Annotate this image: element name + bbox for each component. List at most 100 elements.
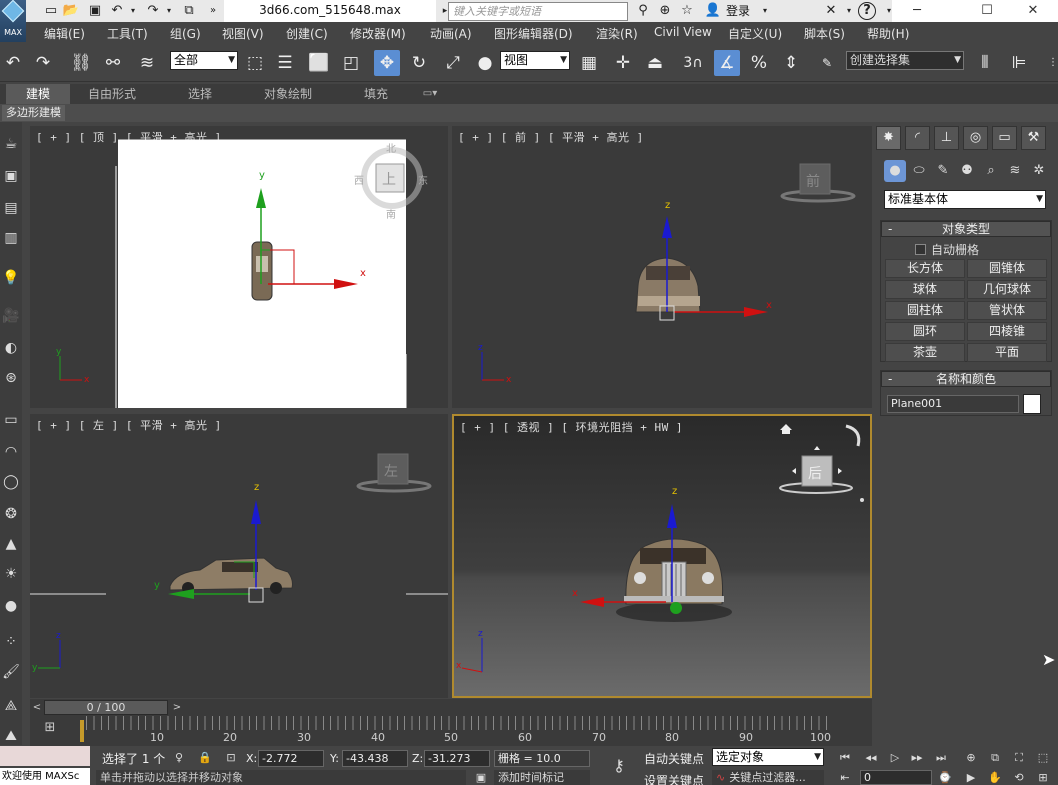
select-object-icon[interactable]: ⬚ xyxy=(242,50,268,76)
play-icon[interactable]: ▷ xyxy=(886,750,904,766)
hierarchy-tab-icon[interactable]: ⊥ xyxy=(934,126,959,150)
go-to-end-icon[interactable]: ⏭ xyxy=(932,750,950,766)
link-icon[interactable]: ⛓ xyxy=(68,50,94,76)
menu-animation[interactable]: 动画(A) xyxy=(430,25,472,42)
go-to-start-icon[interactable]: ⏮ xyxy=(836,750,854,766)
tube-button[interactable]: 管状体 xyxy=(967,301,1047,320)
align-icon[interactable]: ⊫ xyxy=(1006,50,1032,76)
menu-tools[interactable]: 工具(T) xyxy=(107,25,148,42)
ribbon-tab-object-paint[interactable]: 对象绘制 xyxy=(252,84,324,104)
grid-list-icon[interactable]: ▤ xyxy=(1,198,21,218)
shell-icon[interactable]: ❂ xyxy=(1,504,21,524)
binoculars-icon[interactable]: ⚲ xyxy=(634,2,652,20)
absolute-mode-icon[interactable]: ⊡ xyxy=(222,750,240,766)
key-icon[interactable]: ⚷ xyxy=(606,758,632,774)
viewport-front[interactable]: [ + ] [ 前 ] [ 平滑 + 高光 ] z x 前 z x xyxy=(452,126,872,408)
object-name-input[interactable]: Plane001 xyxy=(887,395,1019,413)
unlink-icon[interactable]: ⚯ xyxy=(100,50,126,76)
pivot-center-icon[interactable]: ▦ xyxy=(576,50,602,76)
zoom-extents-icon[interactable]: ⛶ xyxy=(1010,750,1028,766)
new-file-icon[interactable]: ▭ xyxy=(42,2,60,20)
login-dropdown-icon[interactable]: ▾ xyxy=(756,2,774,20)
undo-dropdown-icon[interactable]: ▾ xyxy=(124,2,142,20)
layers-icon[interactable]: ▥ xyxy=(1,228,21,248)
viewport-top[interactable]: [ + ] [ 顶 ] [ 平滑 + 高光 ] y x 上 北 南 东 西 y … xyxy=(30,126,448,408)
helpers-icon[interactable]: ⌕ xyxy=(980,160,1002,182)
toolbar-overflow-icon[interactable]: ⋮ xyxy=(1040,50,1058,76)
geometry-icon[interactable]: ● xyxy=(884,160,906,182)
redo-icon[interactable]: ↷ xyxy=(30,50,56,76)
teapot-button[interactable]: 茶壶 xyxy=(885,343,965,362)
autogrid-row[interactable]: 自动栅格 xyxy=(915,241,979,258)
pyramid-icon[interactable]: ⟁ xyxy=(1,696,21,716)
cameras-icon[interactable]: ⚉ xyxy=(956,160,978,182)
utilities-tab-icon[interactable]: ⚒ xyxy=(1021,126,1046,150)
dome-icon[interactable]: ◠ xyxy=(1,442,21,462)
edit-named-selection-icon[interactable]: ✎ xyxy=(814,50,840,76)
autogrid-checkbox[interactable] xyxy=(915,244,926,255)
auto-key-button[interactable]: 自动关键点 xyxy=(644,750,704,767)
cylinder-button[interactable]: 圆柱体 xyxy=(885,301,965,320)
menu-graph-editors[interactable]: 图形编辑器(D) xyxy=(494,25,573,42)
y-coordinate-input[interactable]: -43.438 xyxy=(342,750,408,767)
half-sphere-icon[interactable]: ◐ xyxy=(1,338,21,358)
pyramid-button[interactable]: 四棱锥 xyxy=(967,322,1047,341)
systems-icon[interactable]: ✲ xyxy=(1028,160,1050,182)
teapot-icon[interactable]: ☕ xyxy=(1,134,21,154)
image-plane-icon[interactable]: ▣ xyxy=(1,166,21,186)
ribbon-subtab-polygon-modeling[interactable]: 多边形建模 xyxy=(2,105,65,121)
category-dropdown[interactable]: 标准基本体 ▼ xyxy=(884,190,1046,209)
favorites-star-icon[interactable]: ☆ xyxy=(678,2,696,20)
ribbon-tab-selection[interactable]: 选择 xyxy=(174,84,226,104)
select-and-scale-icon[interactable]: ⤢ xyxy=(440,50,466,76)
zoom-icon[interactable]: ⊕ xyxy=(962,750,980,766)
viewport-perspective[interactable]: [ + ] [ 透视 ] [ 环境光阻挡 + HW ] z x 后 z x xyxy=(452,414,872,698)
named-selection-dropdown[interactable]: 创建选择集 ▼ xyxy=(846,51,964,70)
sphere-icon[interactable]: ● xyxy=(1,596,21,616)
viewcube-rotate-icon[interactable] xyxy=(845,424,861,447)
create-tab-icon[interactable]: ✸ xyxy=(876,126,901,150)
zoom-extents-all-icon[interactable]: ⬚ xyxy=(1034,750,1052,766)
bind-space-warp-icon[interactable]: ≋ xyxy=(134,50,160,76)
viewcube-face-back[interactable]: 后 xyxy=(808,466,822,482)
key-filters-button[interactable]: ∿ 关键点过滤器... xyxy=(712,770,824,785)
time-slider[interactable]: < 0 / 100 > xyxy=(30,699,872,716)
track-bar[interactable]: ⊞ 10 20 30 40 50 60 70 80 90 100 xyxy=(30,716,872,746)
viewcube-face-front[interactable]: 前 xyxy=(806,173,820,190)
space-warps-icon[interactable]: ≋ xyxy=(1004,160,1026,182)
viewcube-home-icon[interactable] xyxy=(780,424,792,434)
motion-tab-icon[interactable]: ◎ xyxy=(963,126,988,150)
search-input[interactable]: 键入关键字或短语 xyxy=(448,2,628,21)
dots-grid-icon[interactable]: ⁘ xyxy=(1,632,21,652)
isolate-selection-icon[interactable]: ♀ xyxy=(170,750,188,766)
cone-icon[interactable]: ▲ xyxy=(1,534,21,554)
compass-north[interactable]: 北 xyxy=(386,143,396,155)
paint-brush-icon[interactable]: 🖌 xyxy=(1,662,21,682)
select-by-name-icon[interactable]: ☰ xyxy=(272,50,298,76)
save-icon[interactable]: ▣ xyxy=(86,2,104,20)
ring-icon[interactable]: ◯ xyxy=(1,472,21,492)
keyboard-shortcut-override-icon[interactable]: ⏏ xyxy=(642,50,668,76)
time-config-icon[interactable]: ⌚ xyxy=(936,770,954,785)
maximize-icon[interactable]: ☐ xyxy=(962,0,1012,22)
sun-icon[interactable]: ☀ xyxy=(1,564,21,584)
time-tag-icon[interactable]: ▣ xyxy=(472,770,490,785)
ribbon-tab-modeling[interactable]: 建模 xyxy=(6,84,70,104)
name-color-rollout-header[interactable]: - 名称和颜色 xyxy=(881,371,1051,387)
help-button[interactable]: ? xyxy=(858,2,876,20)
menu-edit[interactable]: 编辑(E) xyxy=(44,25,85,42)
angle-snap-icon[interactable]: ∡ xyxy=(714,50,740,76)
spinner-snap-icon[interactable]: ⇕ xyxy=(778,50,804,76)
shapes-icon[interactable]: ⬭ xyxy=(908,160,930,182)
select-and-move-icon[interactable]: ✥ xyxy=(374,50,400,76)
menu-create[interactable]: 创建(C) xyxy=(286,25,328,42)
snaps-toggle-icon[interactable]: 3∩ xyxy=(680,50,706,76)
login-button[interactable]: 登录 xyxy=(726,0,750,22)
x-coordinate-input[interactable]: -2.772 xyxy=(258,750,324,767)
key-mode-dropdown[interactable]: 选定对象 ▼ xyxy=(712,748,824,766)
previous-frame-icon[interactable]: ◂◂ xyxy=(862,750,880,766)
time-prev-icon[interactable]: < xyxy=(30,699,44,716)
select-and-rotate-icon[interactable]: ↻ xyxy=(406,50,432,76)
mirror-icon[interactable]: ⫴ xyxy=(972,50,998,76)
viewcube-face-top[interactable]: 上 xyxy=(382,172,396,188)
